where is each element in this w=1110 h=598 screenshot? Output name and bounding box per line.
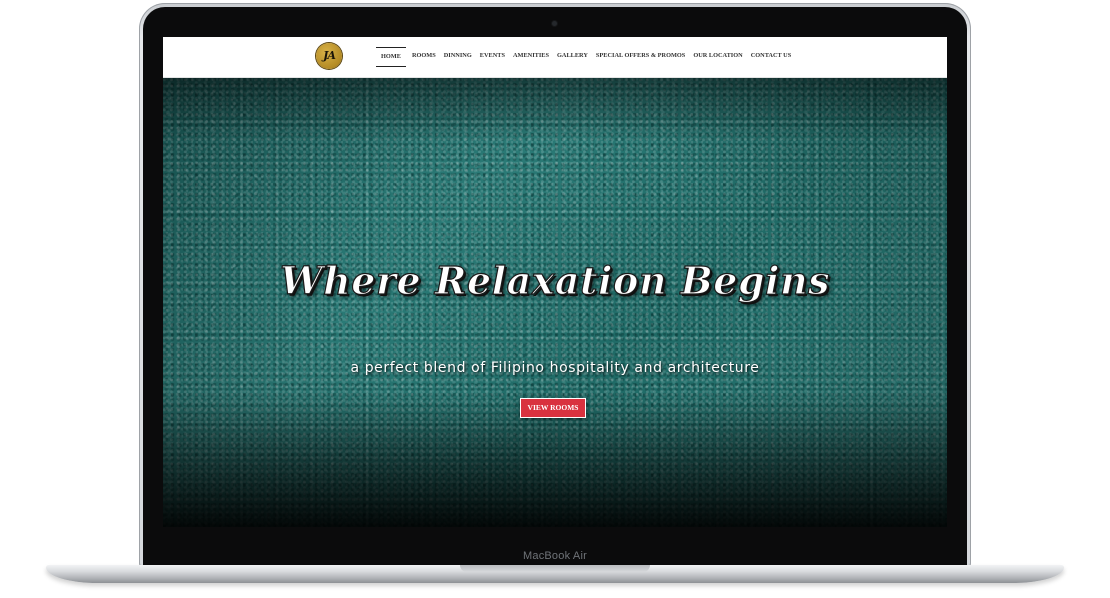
brand-logo[interactable]: JA bbox=[316, 43, 342, 69]
nav-item-dinning[interactable]: DINNING bbox=[440, 47, 476, 67]
browser-screen: JA HOME ROOMS DINNING EVENTS AMENITIES G… bbox=[163, 37, 947, 527]
site-header: JA HOME ROOMS DINNING EVENTS AMENITIES G… bbox=[163, 37, 947, 78]
nav-item-contact-us[interactable]: CONTACT US bbox=[747, 47, 796, 67]
nav-item-amenities[interactable]: AMENITIES bbox=[509, 47, 553, 67]
nav-item-gallery[interactable]: GALLERY bbox=[553, 47, 592, 67]
laptop-mockup: JA HOME ROOMS DINNING EVENTS AMENITIES G… bbox=[0, 0, 1110, 598]
nav-item-our-location[interactable]: OUR LOCATION bbox=[689, 47, 746, 67]
hero-section: Where Relaxation Begins a perfect blend … bbox=[163, 78, 947, 527]
camera-icon bbox=[552, 21, 557, 26]
nav-item-events[interactable]: EVENTS bbox=[476, 47, 509, 67]
view-rooms-button[interactable]: VIEW ROOMS bbox=[520, 398, 586, 418]
hero-subtitle: a perfect blend of Filipino hospitality … bbox=[350, 360, 760, 376]
hero-title: Where Relaxation Begins bbox=[279, 257, 830, 303]
device-model-label: MacBook Air bbox=[523, 550, 587, 562]
nav-item-home[interactable]: HOME bbox=[376, 47, 406, 67]
laptop-opening-notch bbox=[460, 565, 650, 572]
nav-item-special-offers[interactable]: SPECIAL OFFERS & PROMOS bbox=[592, 47, 689, 67]
nav-item-rooms[interactable]: ROOMS bbox=[408, 47, 440, 67]
main-nav: HOME ROOMS DINNING EVENTS AMENITIES GALL… bbox=[376, 47, 795, 67]
